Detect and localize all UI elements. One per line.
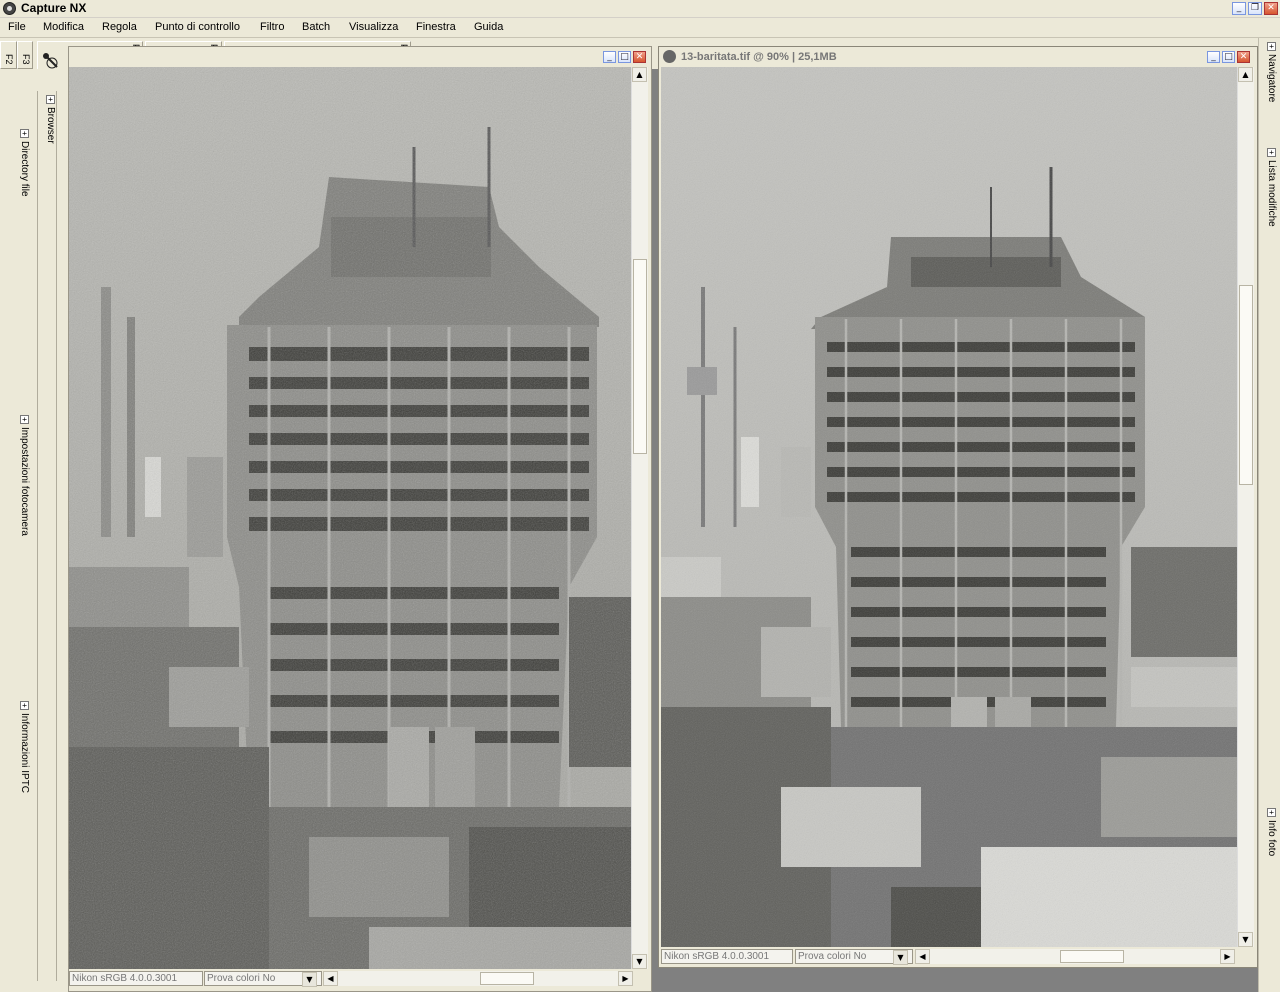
right-vertical-scrollbar[interactable]: ▲ ▼: [1237, 67, 1254, 947]
photo-preview-left[interactable]: [69, 67, 631, 969]
expand-icon[interactable]: +: [46, 95, 55, 104]
left-horizontal-scrollbar[interactable]: ◀ ▶: [323, 971, 633, 986]
image-window-left: _ □ ✕ ▲ ▼ Nikon sRGB 4.0.0.3001 Prova co…: [68, 46, 652, 992]
color-profile-field: Nikon sRGB 4.0.0.3001: [69, 971, 203, 986]
expand-icon[interactable]: +: [1267, 148, 1276, 157]
right-horizontal-scrollbar[interactable]: ◀ ▶: [915, 949, 1235, 964]
right-statusbar: Nikon sRGB 4.0.0.3001 Prova colori No ▼ …: [659, 947, 1257, 965]
proof-dropdown-icon[interactable]: ▼: [893, 950, 908, 965]
tab-impostazioni-fotocamera[interactable]: +Impostazioni fotocamera: [16, 415, 30, 536]
color-profile-field: Nikon sRGB 4.0.0.3001: [661, 949, 793, 964]
scroll-up-arrow[interactable]: ▲: [1238, 67, 1253, 82]
scroll-thumb[interactable]: [480, 972, 534, 985]
f2-label: F2: [4, 54, 14, 65]
left-statusbar: Nikon sRGB 4.0.0.3001 Prova colori No ▼ …: [69, 969, 651, 987]
tab-informazioni-iptc[interactable]: +Informazioni IPTC: [16, 701, 30, 793]
menu-batch[interactable]: Batch: [302, 21, 330, 33]
window-left-titlebar[interactable]: _ □ ✕: [69, 47, 651, 67]
scroll-thumb[interactable]: [633, 259, 647, 454]
window-maximize-button[interactable]: □: [1222, 51, 1235, 63]
menu-filtro[interactable]: Filtro: [260, 21, 284, 33]
scroll-down-arrow[interactable]: ▼: [632, 954, 647, 969]
expand-icon[interactable]: +: [1267, 42, 1276, 51]
expand-icon[interactable]: +: [1267, 808, 1276, 817]
expand-icon[interactable]: +: [20, 701, 29, 710]
menu-visualizza[interactable]: Visualizza: [349, 21, 398, 33]
scroll-right-arrow[interactable]: ▶: [618, 971, 633, 986]
menu-guida[interactable]: Guida: [474, 21, 503, 33]
tab-info-foto[interactable]: +Info foto: [1263, 808, 1277, 856]
tab-directory-file[interactable]: +Directory file: [16, 129, 30, 197]
menu-file[interactable]: File: [8, 21, 26, 33]
restore-button[interactable]: ❐: [1248, 2, 1262, 15]
close-button[interactable]: ✕: [1264, 2, 1278, 15]
f3-label: F3: [21, 54, 31, 65]
tab-navigatore[interactable]: +Navigatore: [1263, 42, 1277, 102]
right-side-panel: +Navigatore +Lista modifiche +Info foto: [1258, 38, 1280, 992]
scroll-down-arrow[interactable]: ▼: [1238, 932, 1253, 947]
menu-modifica[interactable]: Modifica: [43, 21, 84, 33]
tab-browser[interactable]: +Browser: [42, 95, 56, 144]
scroll-up-arrow[interactable]: ▲: [632, 67, 647, 82]
image-window-right: 13-baritata.tif @ 90% | 25,1MB _ □ ✕ ▲ ▼…: [658, 46, 1258, 968]
app-logo-icon: [3, 2, 16, 15]
window-minimize-button[interactable]: _: [603, 51, 616, 63]
window-right-titlebar[interactable]: 13-baritata.tif @ 90% | 25,1MB _ □ ✕: [659, 47, 1257, 67]
photo-preview-right[interactable]: [661, 67, 1237, 947]
window-minimize-button[interactable]: _: [1207, 51, 1220, 63]
tab-lista-modifiche[interactable]: +Lista modifiche: [1263, 148, 1277, 227]
toolbar-f2: F2: [0, 41, 17, 69]
window-close-button[interactable]: ✕: [1237, 51, 1250, 63]
expand-icon[interactable]: +: [20, 415, 29, 424]
window-maximize-button[interactable]: □: [618, 51, 631, 63]
minimize-button[interactable]: _: [1232, 2, 1246, 15]
left-side-panel: +Browser +Directory file +Impostazioni f…: [0, 69, 68, 992]
scroll-left-arrow[interactable]: ◀: [323, 971, 338, 986]
capture-nx-icon: [663, 50, 676, 63]
expand-icon[interactable]: +: [20, 129, 29, 138]
left-vertical-scrollbar[interactable]: ▲ ▼: [631, 67, 648, 969]
menu-punto-di-controllo[interactable]: Punto di controllo: [155, 21, 240, 33]
window-title: 13-baritata.tif @ 90% | 25,1MB: [681, 51, 837, 63]
app-titlebar: Capture NX _ ❐ ✕: [0, 0, 1280, 18]
scroll-thumb[interactable]: [1060, 950, 1124, 963]
menu-regola[interactable]: Regola: [102, 21, 137, 33]
window-close-button[interactable]: ✕: [633, 51, 646, 63]
scroll-left-arrow[interactable]: ◀: [915, 949, 930, 964]
scroll-right-arrow[interactable]: ▶: [1220, 949, 1235, 964]
toolbar-f3: F3: [17, 41, 33, 69]
menu-finestra[interactable]: Finestra: [416, 21, 456, 33]
menu-bar: File Modifica Regola Punto di controllo …: [0, 18, 1280, 38]
proof-dropdown-icon[interactable]: ▼: [302, 972, 317, 987]
scroll-thumb[interactable]: [1239, 285, 1253, 485]
app-title: Capture NX: [21, 1, 87, 15]
